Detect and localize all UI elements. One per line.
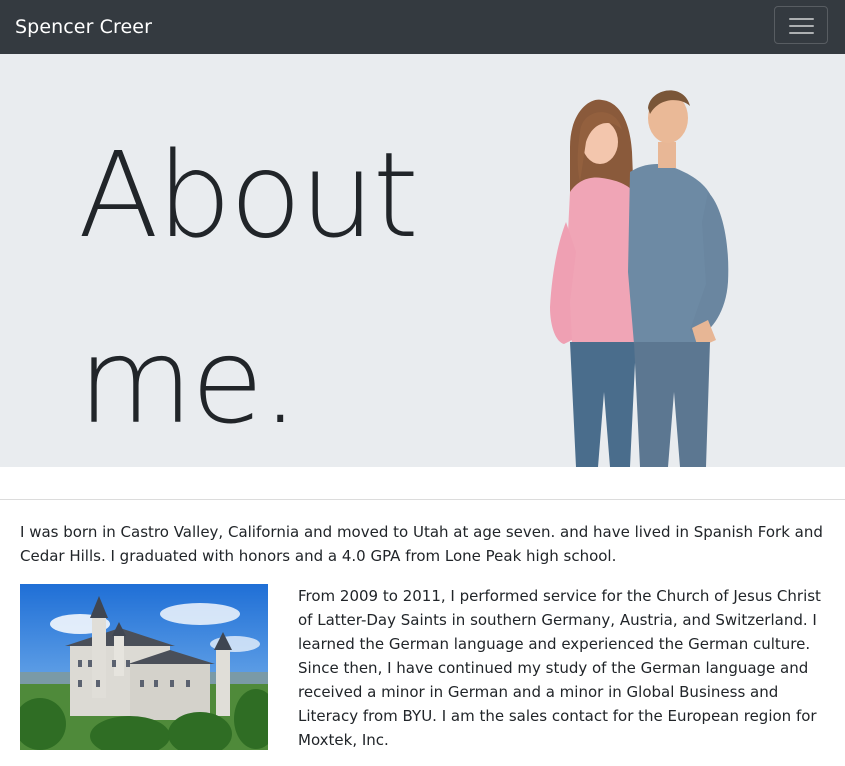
- intro-paragraph: I was born in Castro Valley, California …: [20, 523, 823, 565]
- hamburger-menu-icon-bar: [789, 32, 814, 34]
- castle-photo: [20, 584, 268, 750]
- hero-title-line1: About: [78, 126, 419, 264]
- hamburger-menu-icon-bar: [789, 25, 814, 27]
- hero-jumbotron: About me.: [0, 54, 845, 467]
- hero-title-line2: me.: [78, 312, 299, 450]
- navbar: Spencer Creer: [0, 0, 845, 54]
- hamburger-menu-icon: [789, 18, 814, 20]
- couple-photo: [550, 90, 729, 467]
- hero-title: About me.: [78, 102, 419, 467]
- service-paragraph: From 2009 to 2011, I performed service f…: [298, 587, 821, 749]
- section-divider: [0, 499, 845, 500]
- brand-link[interactable]: Spencer Creer: [15, 15, 152, 39]
- navbar-toggle-button[interactable]: [774, 6, 828, 44]
